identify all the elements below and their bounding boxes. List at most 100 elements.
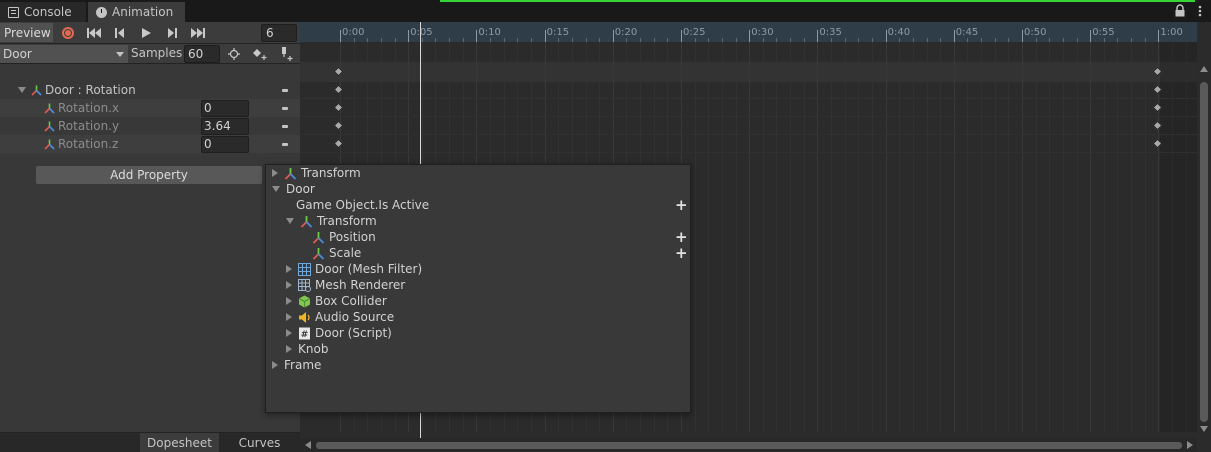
horizontal-scroll-thumb[interactable] [316, 442, 1182, 449]
expand-triangle-icon[interactable] [272, 169, 278, 177]
ruler-major-tick [1022, 30, 1023, 42]
last-key-button[interactable] [186, 23, 210, 42]
add-plus-icon[interactable]: + [675, 198, 688, 213]
ruler-minor-tick [1144, 38, 1146, 42]
popup-item-door[interactable]: Door [266, 181, 690, 197]
property-row-y[interactable]: Rotation.y 3.64 [0, 117, 300, 135]
expand-triangle-icon[interactable] [18, 87, 26, 93]
tab-dopesheet[interactable]: Dopesheet [140, 433, 219, 452]
mesh-renderer-icon [298, 278, 311, 292]
popup-item-frame[interactable]: Frame [266, 357, 690, 373]
ruler-time-label: 0:55 [1092, 27, 1115, 38]
remove-property-icon[interactable] [282, 107, 288, 110]
ruler-minor-tick [762, 38, 764, 42]
current-frame-field[interactable]: 6 [261, 24, 297, 42]
ruler-major-tick [1158, 30, 1160, 42]
ruler-minor-tick [353, 38, 355, 42]
collapse-triangle-icon[interactable] [286, 218, 294, 224]
remove-property-icon[interactable] [282, 125, 288, 128]
popup-item-door-script[interactable]: # Door (Script) [266, 325, 690, 341]
expand-triangle-icon[interactable] [286, 329, 292, 337]
track-row-y [300, 117, 1197, 135]
remove-property-icon[interactable] [282, 89, 288, 92]
tab-animation[interactable]: Animation [88, 2, 185, 22]
first-key-button[interactable] [82, 23, 106, 42]
ruler-minor-tick [530, 38, 532, 42]
clip-dropdown[interactable]: Door [0, 45, 128, 63]
expand-triangle-icon[interactable] [286, 281, 292, 289]
popup-item-transform[interactable]: Transform [266, 165, 690, 181]
property-row-z[interactable]: Rotation.z 0 [0, 135, 300, 153]
property-row-x[interactable]: Rotation.x 0 [0, 99, 300, 117]
popup-item-door-transform[interactable]: Transform [266, 213, 690, 229]
scroll-right-arrow-icon[interactable] [1187, 441, 1193, 449]
expand-triangle-icon[interactable] [272, 361, 278, 369]
ruler-minor-tick [912, 38, 914, 42]
record-button[interactable] [56, 23, 80, 42]
popup-item-label: Audio Source [315, 310, 395, 324]
ruler-minor-tick [844, 38, 846, 42]
collapse-triangle-icon[interactable] [272, 186, 280, 192]
snap-button[interactable] [222, 45, 246, 63]
preview-button[interactable]: Preview [0, 23, 53, 42]
property-group-row[interactable]: Door : Rotation [0, 81, 300, 99]
property-value-z[interactable]: 0 [201, 136, 249, 153]
popup-item-label: Door (Mesh Filter) [315, 262, 423, 276]
ruler-minor-tick [367, 38, 369, 42]
ruler-minor-tick [994, 38, 996, 42]
ruler-major-tick [476, 30, 478, 42]
add-property-button[interactable]: Add Property [36, 166, 262, 184]
next-key-button[interactable] [160, 23, 184, 42]
lock-icon[interactable] [1174, 4, 1186, 18]
remove-property-icon[interactable] [282, 143, 288, 146]
ruler-minor-tick [585, 38, 587, 42]
scroll-up-arrow-icon[interactable] [1200, 66, 1208, 72]
popup-item-label: Position [329, 230, 376, 244]
record-icon [62, 26, 74, 39]
ruler-minor-tick [1035, 38, 1037, 42]
scroll-down-arrow-icon[interactable] [1200, 426, 1208, 432]
add-event-button[interactable] [274, 45, 298, 63]
transform-axes-icon [44, 103, 55, 114]
popup-item-is-active[interactable]: Game Object.Is Active + [266, 197, 690, 213]
tab-console[interactable]: Console [0, 2, 86, 22]
add-property-popup: Transform Door Game Object.Is Active + T… [265, 164, 691, 413]
property-value-x[interactable]: 0 [201, 100, 249, 117]
ruler-minor-tick [926, 38, 928, 42]
time-ruler[interactable]: 0:00 0:05 0:10 0:15 0:20 0:25 0:30 0:35 0:40 0:45… [300, 22, 1197, 42]
box-collider-icon [298, 295, 311, 307]
popup-item-mesh-renderer[interactable]: Mesh Renderer [266, 277, 690, 293]
vertical-scroll-thumb[interactable] [1200, 82, 1208, 422]
ruler-minor-tick [803, 38, 805, 42]
track-row-z [300, 135, 1197, 153]
popup-item-box-collider[interactable]: Box Collider [266, 293, 690, 309]
scroll-left-arrow-icon[interactable] [305, 441, 311, 449]
popup-item-knob[interactable]: Knob [266, 341, 690, 357]
popup-item-position[interactable]: Position + [266, 229, 690, 245]
property-value-y[interactable]: 3.64 [201, 118, 249, 135]
ruler-time-label: 0:00 [342, 27, 365, 38]
add-plus-icon[interactable]: + [675, 246, 688, 261]
ruler-major-tick [885, 30, 887, 42]
ruler-minor-tick [462, 38, 464, 42]
clip-dropdown-value: Door [3, 47, 32, 61]
expand-triangle-icon[interactable] [286, 313, 292, 321]
property-label-z: Rotation.z [58, 137, 119, 151]
popup-item-scale[interactable]: Scale + [266, 245, 690, 261]
ruler-minor-tick [394, 38, 396, 42]
add-keyframe-button[interactable] [248, 45, 272, 63]
expand-triangle-icon[interactable] [286, 297, 292, 305]
ruler-time-label: 0:45 [955, 27, 979, 38]
playback-toolbar: Preview 6 [0, 22, 300, 44]
transform-axes-icon [284, 167, 297, 180]
expand-triangle-icon[interactable] [286, 345, 292, 353]
samples-field[interactable]: 60 [184, 45, 220, 63]
play-button[interactable] [134, 23, 158, 42]
previous-key-button[interactable] [108, 23, 132, 42]
expand-triangle-icon[interactable] [286, 265, 292, 273]
more-menu-icon[interactable] [1196, 4, 1204, 18]
tab-curves[interactable]: Curves [219, 433, 300, 452]
popup-item-mesh-filter[interactable]: Door (Mesh Filter) [266, 261, 690, 277]
popup-item-audio-source[interactable]: Audio Source [266, 309, 690, 325]
add-plus-icon[interactable]: + [675, 230, 688, 245]
